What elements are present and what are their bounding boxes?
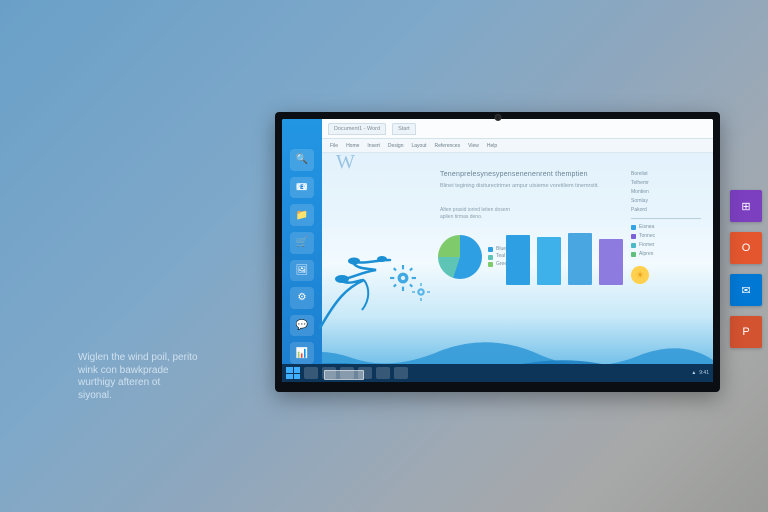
legend-label: Eisnea (639, 224, 654, 230)
app-watermark: W (336, 151, 355, 174)
document-content: W Tenenprelesynesypensenenenrent thempti… (330, 157, 707, 360)
info-legend-row: Fiomer (631, 242, 701, 248)
dock-item-4[interactable]: 🖼 (290, 260, 314, 282)
legend-swatch (631, 225, 636, 230)
screen: 🔍 📧 📁 🛒 🖼 ⚙ 💬 📊 Document1 - Word Start File Home I… (282, 119, 713, 382)
legend-label: Fiomer (639, 242, 655, 248)
dock-item-5[interactable]: ⚙ (290, 287, 314, 309)
legend-label: Teal (496, 253, 505, 261)
blurb-line: wink con bawkprade (78, 365, 218, 378)
legend-swatch (488, 262, 493, 267)
taskbar-preview (324, 370, 364, 380)
dock-item-2[interactable]: 📁 (290, 204, 314, 226)
blurb-line: Wiglen the wind poil, perito (78, 352, 218, 365)
dock-item-6[interactable]: 💬 (290, 315, 314, 337)
legend-label: Alpren (639, 251, 653, 257)
dock-item-7[interactable]: 📊 (290, 342, 314, 364)
dock-item-3[interactable]: 🛒 (290, 232, 314, 254)
bar (568, 233, 592, 285)
info-line: Montien (631, 189, 701, 195)
page-title: Tenenprelesynesypensenenenrent themptien (440, 171, 588, 178)
info-line: Sornlay (631, 198, 701, 204)
bar (599, 239, 623, 285)
monitor-frame: 🔍 📧 📁 🛒 🖼 ⚙ 💬 📊 Document1 - Word Start File Home I… (275, 112, 720, 392)
menu-item-view[interactable]: View (468, 143, 479, 149)
menu-item-layout[interactable]: Layout (412, 143, 427, 149)
menu-item-help[interactable]: Help (487, 143, 497, 149)
taskbar-item[interactable] (394, 367, 408, 379)
pie-chart: BlueTealGreen (438, 235, 510, 279)
window-tab[interactable]: Start (392, 123, 416, 135)
dock-item-1[interactable]: 📧 (290, 177, 314, 199)
menu-item-file[interactable]: File (330, 143, 338, 149)
bar (537, 237, 561, 285)
info-legend-row: Tonnec (631, 233, 701, 239)
gear-icon (412, 283, 430, 301)
bar (506, 235, 530, 285)
pie-graphic (438, 235, 482, 279)
bar-chart (506, 227, 623, 285)
legend-label: Blue (496, 246, 506, 254)
taskbar-tray: ▲ 9:41 (691, 370, 709, 376)
info-legend-row: Alpren (631, 251, 701, 257)
window-tab[interactable]: Document1 - Word (328, 123, 386, 135)
menu-item-references[interactable]: References (435, 143, 461, 149)
taskbar-item[interactable] (304, 367, 318, 379)
info-line: Pakord (631, 207, 701, 213)
office-tile[interactable]: O (730, 232, 762, 264)
start-button[interactable] (286, 367, 300, 379)
menu-bar: File Home Insert Design Layout References View… (322, 139, 713, 153)
ppt-tile[interactable]: P (730, 316, 762, 348)
legend-swatch (631, 252, 636, 257)
body-text: Alten prasid iorind leiten dosern aplien… (440, 207, 520, 220)
legend-swatch (488, 247, 493, 252)
menu-item-insert[interactable]: Insert (367, 143, 380, 149)
info-line: Telhemr (631, 180, 701, 186)
legend-swatch (631, 234, 636, 239)
blurb-line: siyonal. (78, 390, 218, 403)
left-dock: 🔍 📧 📁 🛒 🖼 ⚙ 💬 📊 (282, 119, 322, 364)
page-subtitle: Blinet tegining disiturectrimer ampur ut… (440, 183, 630, 190)
side-tiles: ⊞ O ✉ P (730, 190, 762, 348)
tray-icon[interactable]: ▲ (691, 370, 696, 376)
apps-tile[interactable]: ⊞ (730, 190, 762, 222)
dock-item-0[interactable]: 🔍 (290, 149, 314, 171)
legend-label: Tonnec (639, 233, 655, 239)
desktop-blurb: Wiglen the wind poil, perito wink con ba… (78, 352, 218, 402)
mail-tile[interactable]: ✉ (730, 274, 762, 306)
info-legend-row: Eisnea (631, 224, 701, 230)
tray-clock: 9:41 (699, 370, 709, 376)
info-line: Borelist (631, 171, 701, 177)
branch-decoration (318, 230, 438, 330)
legend-swatch (631, 243, 636, 248)
legend-swatch (488, 255, 493, 260)
titlebar: Document1 - Word Start (322, 119, 713, 139)
taskbar-item[interactable] (376, 367, 390, 379)
sun-badge-icon: ☀ (631, 266, 649, 284)
info-column: Borelist Telhemr Montien Sornlay Pakord Eisne… (631, 171, 701, 284)
blurb-line: wurthigy afteren ot (78, 377, 218, 390)
divider (631, 218, 701, 219)
menu-item-design[interactable]: Design (388, 143, 404, 149)
menu-item-home[interactable]: Home (346, 143, 359, 149)
